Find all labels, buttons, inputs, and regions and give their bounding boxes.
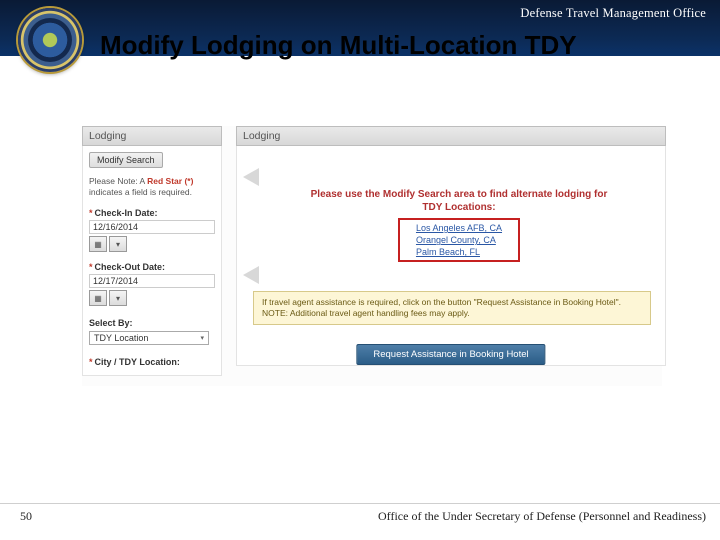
calendar-icon: ▦ [94, 294, 102, 303]
required-star-icon: * [89, 262, 93, 272]
required-star-icon: * [89, 208, 93, 218]
checkin-value: 12/16/2014 [89, 220, 215, 234]
left-panel-title: Lodging [82, 126, 222, 146]
note-red: Red Star (*) [147, 176, 193, 186]
checkout-calendar-button[interactable]: ▦ [89, 290, 107, 306]
tdy-location-link[interactable]: Orangel County, CA [416, 234, 502, 246]
screenshot-region: Lodging Modify Search Please Note: A Red… [82, 126, 662, 386]
chevron-down-icon: ▾ [116, 240, 120, 249]
select-by-value: TDY Location [94, 333, 148, 343]
chevron-down-icon: ▾ [116, 294, 120, 303]
travel-agent-note: If travel agent assistance is required, … [253, 291, 651, 325]
right-panel: Lodging Please use the Modify Search are… [236, 126, 666, 366]
select-by-label: Select By: [89, 318, 215, 328]
checkout-dropdown-button[interactable]: ▾ [109, 290, 127, 306]
checkin-calendar-button[interactable]: ▦ [89, 236, 107, 252]
dod-seal-icon [18, 8, 82, 72]
notice-line1: Please use the Modify Search area to fin… [267, 188, 651, 201]
select-by-dropdown[interactable]: TDY Location ▾ [89, 331, 209, 345]
tdy-location-link[interactable]: Palm Beach, FL [416, 246, 502, 258]
left-panel-body: Modify Search Please Note: A Red Star (*… [82, 146, 222, 376]
calendar-icon: ▦ [94, 240, 102, 249]
footer-text: Office of the Under Secretary of Defense… [378, 509, 706, 524]
left-panel: Lodging Modify Search Please Note: A Red… [82, 126, 222, 376]
checkout-label: *Check-Out Date: [89, 262, 215, 272]
header-org: Defense Travel Management Office [520, 6, 706, 21]
modify-search-button[interactable]: Modify Search [89, 152, 163, 168]
modify-search-notice: Please use the Modify Search area to fin… [267, 188, 651, 262]
city-label: *City / TDY Location: [89, 357, 215, 367]
arrow-left-icon [243, 168, 259, 186]
note-prefix: Please Note: A [89, 176, 147, 186]
request-assistance-button[interactable]: Request Assistance in Booking Hotel [356, 344, 545, 365]
chevron-down-icon: ▾ [200, 334, 204, 342]
arrow-left-icon [243, 266, 259, 284]
footer-divider [0, 503, 720, 504]
note-suffix: indicates a field is required. [89, 187, 192, 197]
right-panel-body: Please use the Modify Search area to fin… [236, 146, 666, 366]
page-number: 50 [20, 509, 32, 524]
tdy-locations-box: Los Angeles AFB, CA Orangel County, CA P… [398, 218, 520, 262]
tdy-location-link[interactable]: Los Angeles AFB, CA [416, 222, 502, 234]
notice-line2: TDY Locations: [267, 201, 651, 214]
slide-title: Modify Lodging on Multi-Location TDY [100, 30, 577, 61]
required-note: Please Note: A Red Star (*) indicates a … [89, 176, 215, 198]
right-panel-title: Lodging [236, 126, 666, 146]
checkin-label: *Check-In Date: [89, 208, 215, 218]
slide: Defense Travel Management Office Modify … [0, 0, 720, 540]
checkin-dropdown-button[interactable]: ▾ [109, 236, 127, 252]
required-star-icon: * [89, 357, 93, 367]
checkout-value: 12/17/2014 [89, 274, 215, 288]
